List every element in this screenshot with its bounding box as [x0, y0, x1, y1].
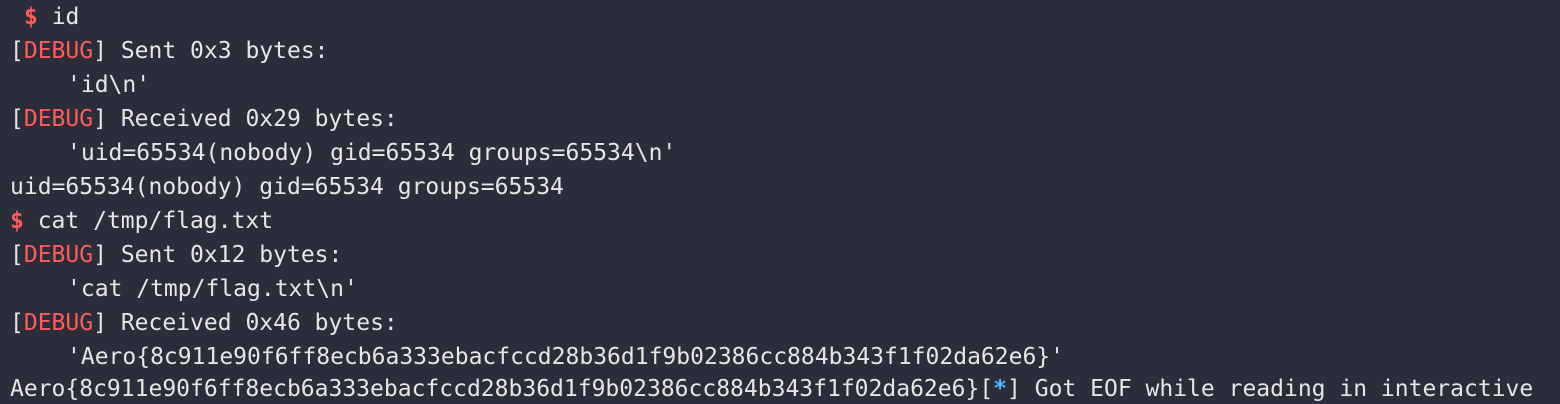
- prompt-symbol: $: [24, 4, 38, 30]
- debug-message: Received 0x29 bytes:: [106, 106, 398, 132]
- debug-tag: DEBUG: [23, 242, 94, 268]
- payload-line-4: 'Aero{8c911e90f6ff8ecb6a333ebacfccd28b36…: [67, 344, 1064, 370]
- flag-output: Aero{8c911e90f6ff8ecb6a333ebacfccd28b36d…: [10, 376, 980, 402]
- debug-tag: DEBUG: [23, 38, 94, 64]
- command-text: id: [37, 4, 80, 30]
- debug-message: Sent 0x3 bytes:: [106, 38, 329, 64]
- debug-line-recv-2: [DEBUG] Received 0x46 bytes:: [10, 310, 398, 336]
- output-line-1: uid=65534(nobody) gid=65534 groups=65534: [10, 174, 564, 200]
- debug-line-recv-1: [DEBUG] Received 0x29 bytes:: [10, 106, 398, 132]
- info-tag: *: [993, 376, 1008, 402]
- payload-line-2: 'uid=65534(nobody) gid=65534 groups=6553…: [67, 140, 677, 166]
- prompt-line-1: $ id: [24, 0, 79, 34]
- debug-message: Sent 0x12 bytes:: [106, 242, 343, 268]
- terminal-window[interactable]: $ id [DEBUG] Sent 0x3 bytes: 'id\n' [DEB…: [0, 0, 1560, 404]
- debug-message: Received 0x46 bytes:: [106, 310, 398, 336]
- output-line-2: Aero{8c911e90f6ff8ecb6a333ebacfccd28b36d…: [10, 376, 1534, 402]
- debug-line-sent-2: [DEBUG] Sent 0x12 bytes:: [10, 242, 343, 268]
- debug-tag: DEBUG: [23, 106, 94, 132]
- prompt-symbol: $: [10, 208, 24, 234]
- command-text: cat /tmp/flag.txt: [23, 208, 274, 234]
- payload-line-3: 'cat /tmp/flag.txt\n': [67, 276, 358, 302]
- info-message: Got EOF while reading in interactive: [1020, 376, 1534, 402]
- debug-line-sent-1: [DEBUG] Sent 0x3 bytes:: [10, 38, 329, 64]
- prompt-line-2: $ cat /tmp/flag.txt: [10, 204, 273, 238]
- payload-line-1: 'id\n': [67, 72, 151, 98]
- debug-tag: DEBUG: [23, 310, 94, 336]
